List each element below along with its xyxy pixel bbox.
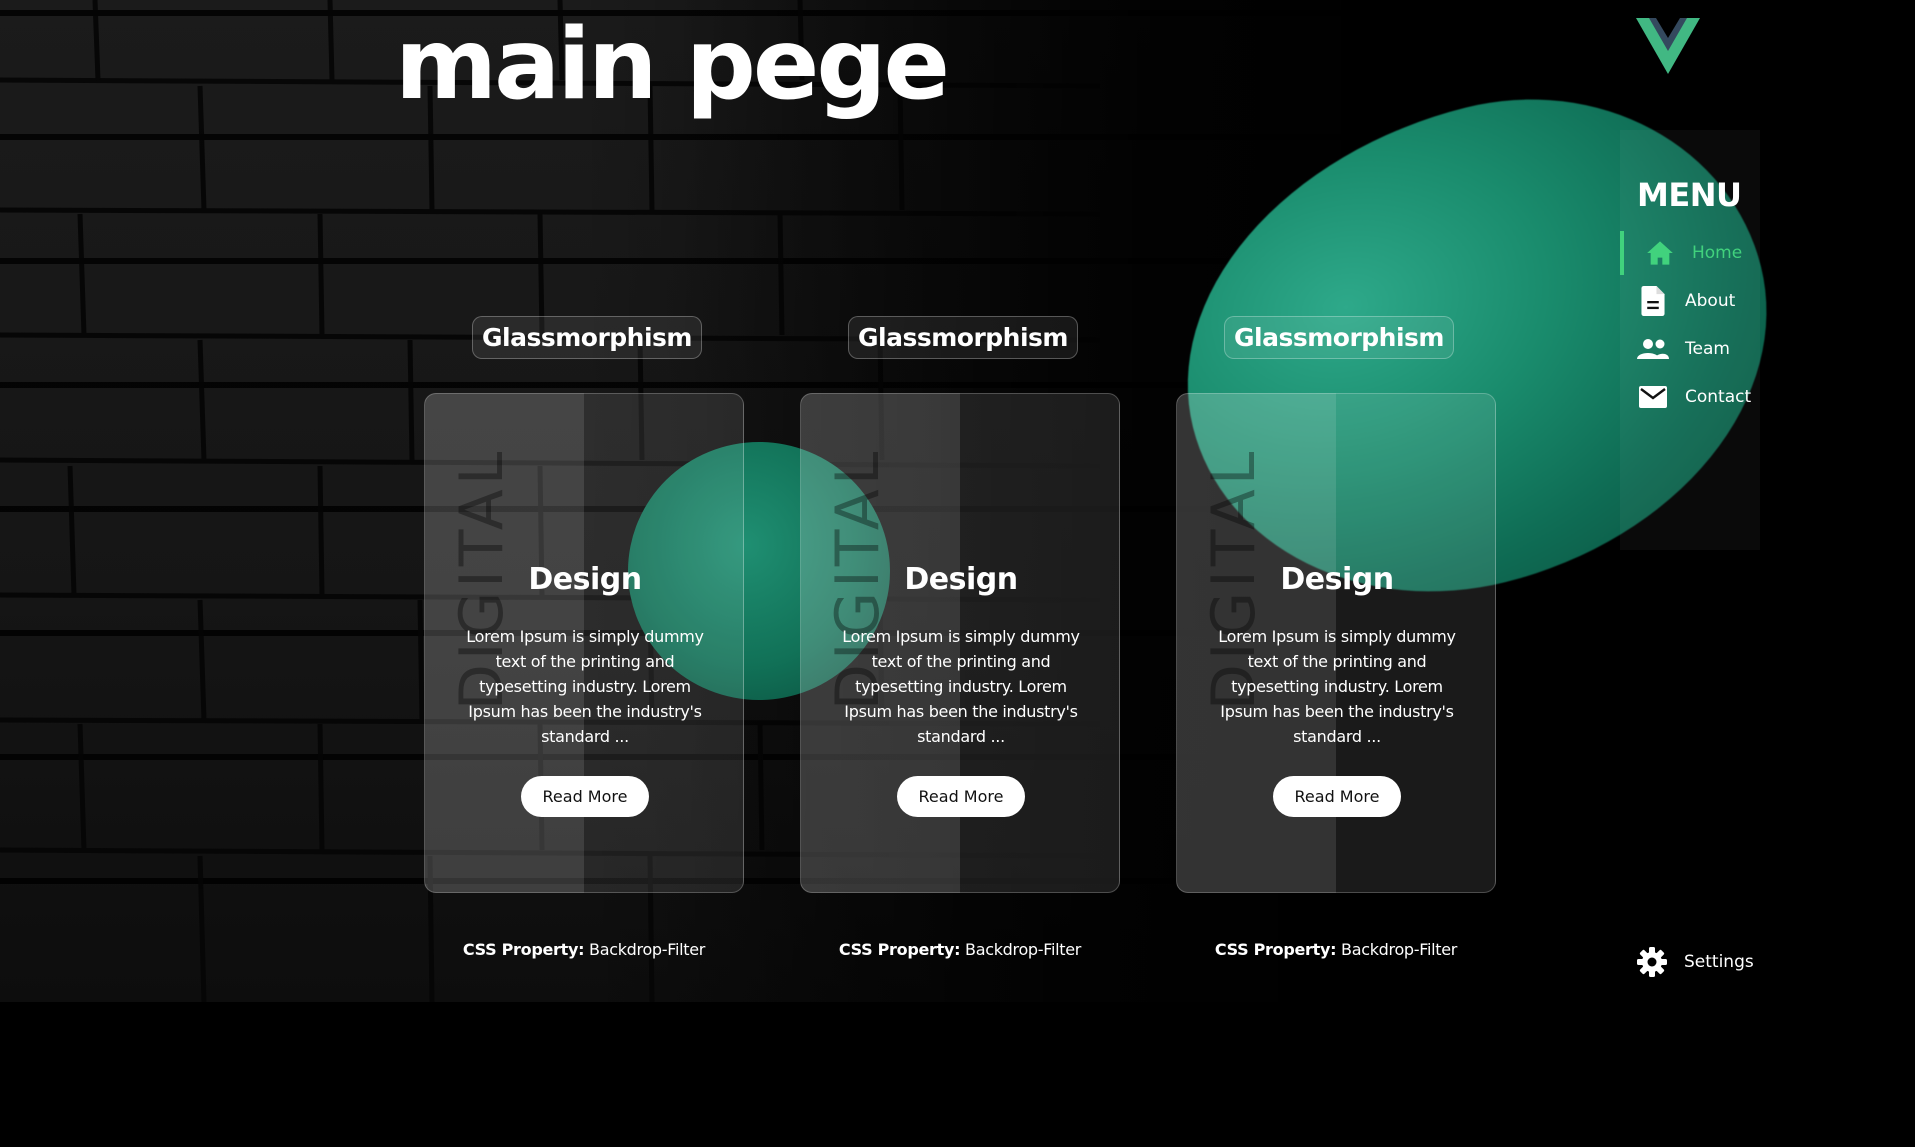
menu-item-label: About (1685, 291, 1736, 311)
glass-card: DIGITAL Design Lorem Ipsum is simply dum… (424, 393, 744, 893)
team-icon (1637, 333, 1669, 365)
glass-card: DIGITAL Design Lorem Ipsum is simply dum… (1176, 393, 1496, 893)
menu-title: MENU (1637, 176, 1742, 214)
document-icon (1637, 285, 1669, 317)
menu-item-team[interactable]: Team (1620, 327, 1780, 371)
caption-key: CSS Property: (838, 940, 961, 959)
menu-item-label: Home (1692, 243, 1743, 263)
read-more-button[interactable]: Read More (521, 776, 649, 817)
card-badge: Glassmorphism (1224, 316, 1454, 359)
settings-label: Settings (1684, 952, 1754, 972)
vue-logo-icon[interactable] (1636, 18, 1700, 76)
caption-value: Backdrop-Filter (1341, 940, 1458, 959)
settings-button[interactable]: Settings (1636, 942, 1754, 982)
read-more-button[interactable]: Read More (1273, 776, 1401, 817)
card-badge: Glassmorphism (472, 316, 702, 359)
caption-value: Backdrop-Filter (589, 940, 706, 959)
menu-item-home[interactable]: Home (1620, 231, 1780, 275)
card-badge: Glassmorphism (848, 316, 1078, 359)
page-title: main pege (395, 8, 950, 122)
card-text: Lorem Ipsum is simply dummy text of the … (466, 627, 704, 746)
main-page: main pege MENU Home About Team Contact S… (0, 0, 1915, 1147)
card-caption: CSS Property: Backdrop-Filter (424, 940, 744, 959)
menu-item-about[interactable]: About (1620, 279, 1780, 323)
card-text: Lorem Ipsum is simply dummy text of the … (842, 627, 1080, 746)
gear-icon (1636, 946, 1668, 978)
card-text: Lorem Ipsum is simply dummy text of the … (1218, 627, 1456, 746)
menu-item-label: Contact (1685, 387, 1752, 407)
card-heading: Design (904, 562, 1018, 597)
menu-item-contact[interactable]: Contact (1620, 375, 1780, 419)
card-heading: Design (1280, 562, 1394, 597)
home-icon (1644, 237, 1676, 269)
caption-key: CSS Property: (1214, 940, 1337, 959)
read-more-button[interactable]: Read More (897, 776, 1025, 817)
menu-item-label: Team (1685, 339, 1730, 359)
card-caption: CSS Property: Backdrop-Filter (800, 940, 1120, 959)
card-heading: Design (528, 562, 642, 597)
caption-value: Backdrop-Filter (965, 940, 1082, 959)
glass-card: DIGITAL Design Lorem Ipsum is simply dum… (800, 393, 1120, 893)
card-caption: CSS Property: Backdrop-Filter (1176, 940, 1496, 959)
caption-key: CSS Property: (462, 940, 585, 959)
mail-icon (1637, 381, 1669, 413)
